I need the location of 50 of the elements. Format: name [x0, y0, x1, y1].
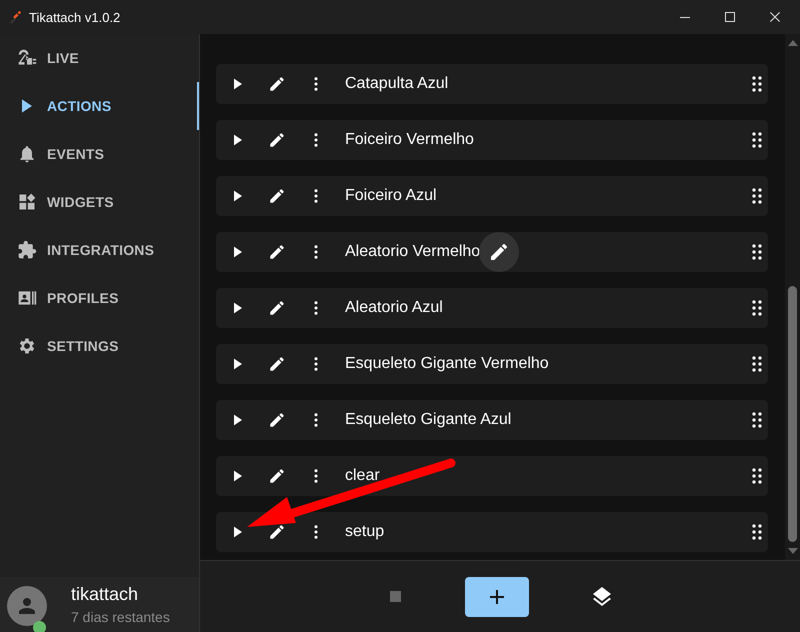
drag-handle-icon[interactable]	[752, 244, 762, 260]
drag-handle-icon[interactable]	[752, 300, 762, 316]
person-icon	[19, 598, 35, 614]
edit-icon	[491, 244, 508, 260]
sidebar-item[interactable]: WIDGETS	[0, 178, 199, 226]
action-name: Aleatorio Vermelho	[345, 243, 480, 261]
window-title: Tikattach v1.0.2	[29, 10, 120, 24]
sidebar-item[interactable]: PROFILES	[0, 274, 199, 322]
add-button[interactable]	[464, 576, 528, 616]
edit-icon[interactable]	[268, 75, 286, 93]
rename-button[interactable]	[479, 232, 520, 272]
drag-handle-icon[interactable]	[752, 356, 762, 372]
edit-icon[interactable]	[268, 131, 286, 149]
sidebar-item[interactable]: LIVE	[0, 34, 199, 82]
action-name: Aleatorio Azul	[345, 299, 443, 317]
action-name: Foiceiro Azul	[345, 187, 437, 205]
action-name: Catapulta Azul	[345, 75, 448, 93]
drag-handle-icon[interactable]	[752, 188, 762, 204]
edit-icon[interactable]	[268, 243, 286, 261]
widgets-icon	[17, 192, 37, 212]
drag-handle-icon[interactable]	[752, 76, 762, 92]
plus-icon	[490, 590, 504, 604]
action-name: setup	[345, 523, 384, 541]
edit-icon[interactable]	[268, 355, 286, 373]
close-icon[interactable]	[770, 12, 780, 22]
action-name: Esqueleto Gigante Azul	[345, 411, 512, 429]
edit-icon[interactable]	[268, 467, 286, 485]
edit-icon[interactable]	[268, 523, 286, 541]
layers-icon	[592, 587, 610, 606]
app-logo-icon	[8, 10, 22, 24]
puzzle-icon	[17, 240, 37, 260]
edit-icon[interactable]	[268, 411, 286, 429]
action-name: Foiceiro Vermelho	[345, 131, 474, 149]
drag-handle-icon[interactable]	[752, 468, 762, 484]
action-name: clear	[345, 467, 380, 485]
user-name: tikattach	[71, 584, 140, 605]
scrollbar[interactable]	[785, 34, 800, 560]
drag-handle-icon[interactable]	[752, 524, 762, 540]
sidebar-item[interactable]: SETTINGS	[0, 322, 199, 370]
drag-handle-icon[interactable]	[752, 132, 762, 148]
edit-icon[interactable]	[268, 299, 286, 317]
edit-icon[interactable]	[268, 187, 286, 205]
drag-handle-icon[interactable]	[752, 412, 762, 428]
subscription-remaining: 7 dias restantes	[71, 609, 170, 625]
settings-icon	[17, 336, 37, 356]
action-name: Esqueleto Gigante Vermelho	[345, 355, 549, 373]
sidebar-item[interactable]: INTEGRATIONS	[0, 226, 199, 274]
sidebar-item[interactable]: EVENTS	[0, 130, 199, 178]
maximize-icon[interactable]	[725, 12, 735, 22]
stop-icon	[390, 591, 400, 602]
